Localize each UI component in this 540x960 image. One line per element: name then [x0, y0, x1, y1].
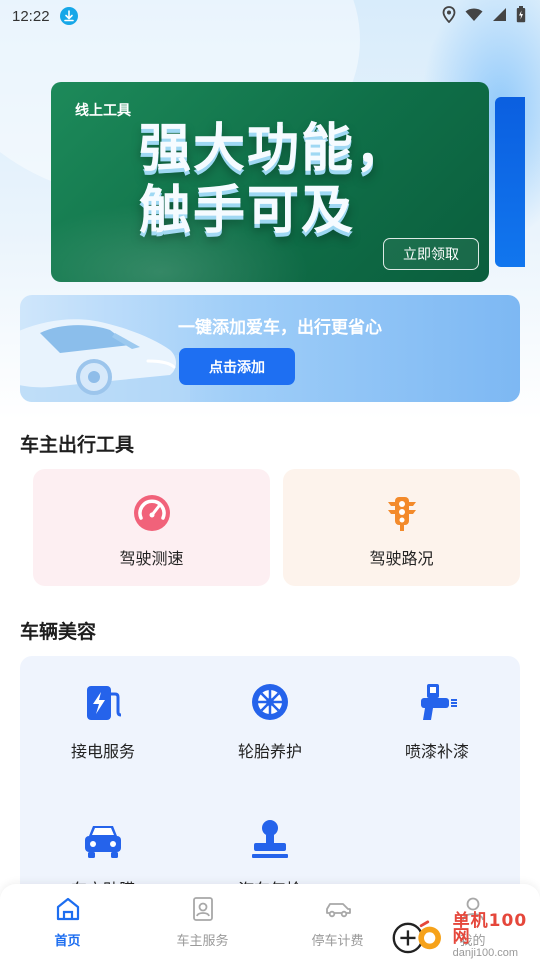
tool-speed-label: 驾驶测速 [119, 549, 184, 568]
watermark-sub-text: danji100.com [452, 947, 519, 959]
tool-speed-card[interactable]: 驾驶测速 [33, 469, 270, 586]
tab-home[interactable]: 首页 [0, 884, 135, 960]
beauty-label-paint: 喷漆补漆 [404, 742, 469, 761]
beauty-grid: 接电服务 轮胎养护 喷漆补漆 车衣贴膜 [20, 656, 520, 896]
beauty-section-title: 车辆美容 [20, 621, 97, 643]
location-icon [442, 5, 456, 27]
watermark-logo-icon [392, 920, 441, 954]
beauty-item-tire[interactable]: 轮胎养护 [187, 680, 353, 762]
spray-gun-icon [421, 684, 457, 720]
add-car-card[interactable]: 一键添加爱车，出行更省心 点击添加 [20, 295, 520, 402]
promo-banner[interactable]: 线上工具 强大功能， 触手可及 立即领取 [51, 82, 489, 282]
speedometer-icon [133, 495, 170, 531]
stamp-icon [252, 820, 288, 858]
watermark-main-text: 单机100网 [452, 911, 528, 947]
traffic-light-icon [387, 497, 416, 531]
claim-now-button[interactable]: 立即领取 [383, 238, 479, 270]
next-banner-peek[interactable] [495, 97, 525, 267]
tools-section-title: 车主出行工具 [20, 434, 135, 456]
car-illustration [20, 319, 190, 402]
banner-tag: 线上工具 [75, 103, 131, 119]
car-outline-icon [325, 903, 351, 918]
owner-card-icon [192, 897, 213, 921]
wifi-icon [465, 7, 483, 26]
car-front-icon [85, 826, 121, 858]
status-time: 12:22 [12, 7, 50, 25]
tab-parking-label: 停车计费 [311, 934, 364, 949]
add-car-text: 一键添加爱车，出行更省心 [178, 318, 382, 338]
beauty-item-paint[interactable]: 喷漆补漆 [354, 680, 520, 762]
tab-parking[interactable]: 停车计费 [270, 884, 405, 960]
tire-icon [252, 684, 288, 720]
tab-owner-service-label: 车主服务 [176, 934, 229, 949]
download-icon [59, 7, 78, 25]
beauty-item-charging[interactable]: 接电服务 [20, 680, 186, 762]
banner-title: 强大功能， 触手可及 [139, 119, 410, 241]
battery-icon [516, 5, 526, 27]
status-bar: 12:22 [0, 0, 540, 32]
tab-home-label: 首页 [54, 934, 81, 949]
site-watermark: 单机100网 danji100.com [390, 911, 540, 960]
tab-owner-service[interactable]: 车主服务 [135, 884, 270, 960]
beauty-label-tire: 轮胎养护 [237, 742, 302, 761]
signal-icon [492, 7, 507, 26]
tool-traffic-label: 驾驶路况 [369, 549, 434, 568]
beauty-label-charging: 接电服务 [70, 742, 135, 761]
add-car-button[interactable]: 点击添加 [179, 348, 295, 385]
home-icon [56, 897, 79, 921]
tool-traffic-card[interactable]: 驾驶路况 [283, 469, 520, 586]
ev-charger-icon [87, 686, 122, 720]
